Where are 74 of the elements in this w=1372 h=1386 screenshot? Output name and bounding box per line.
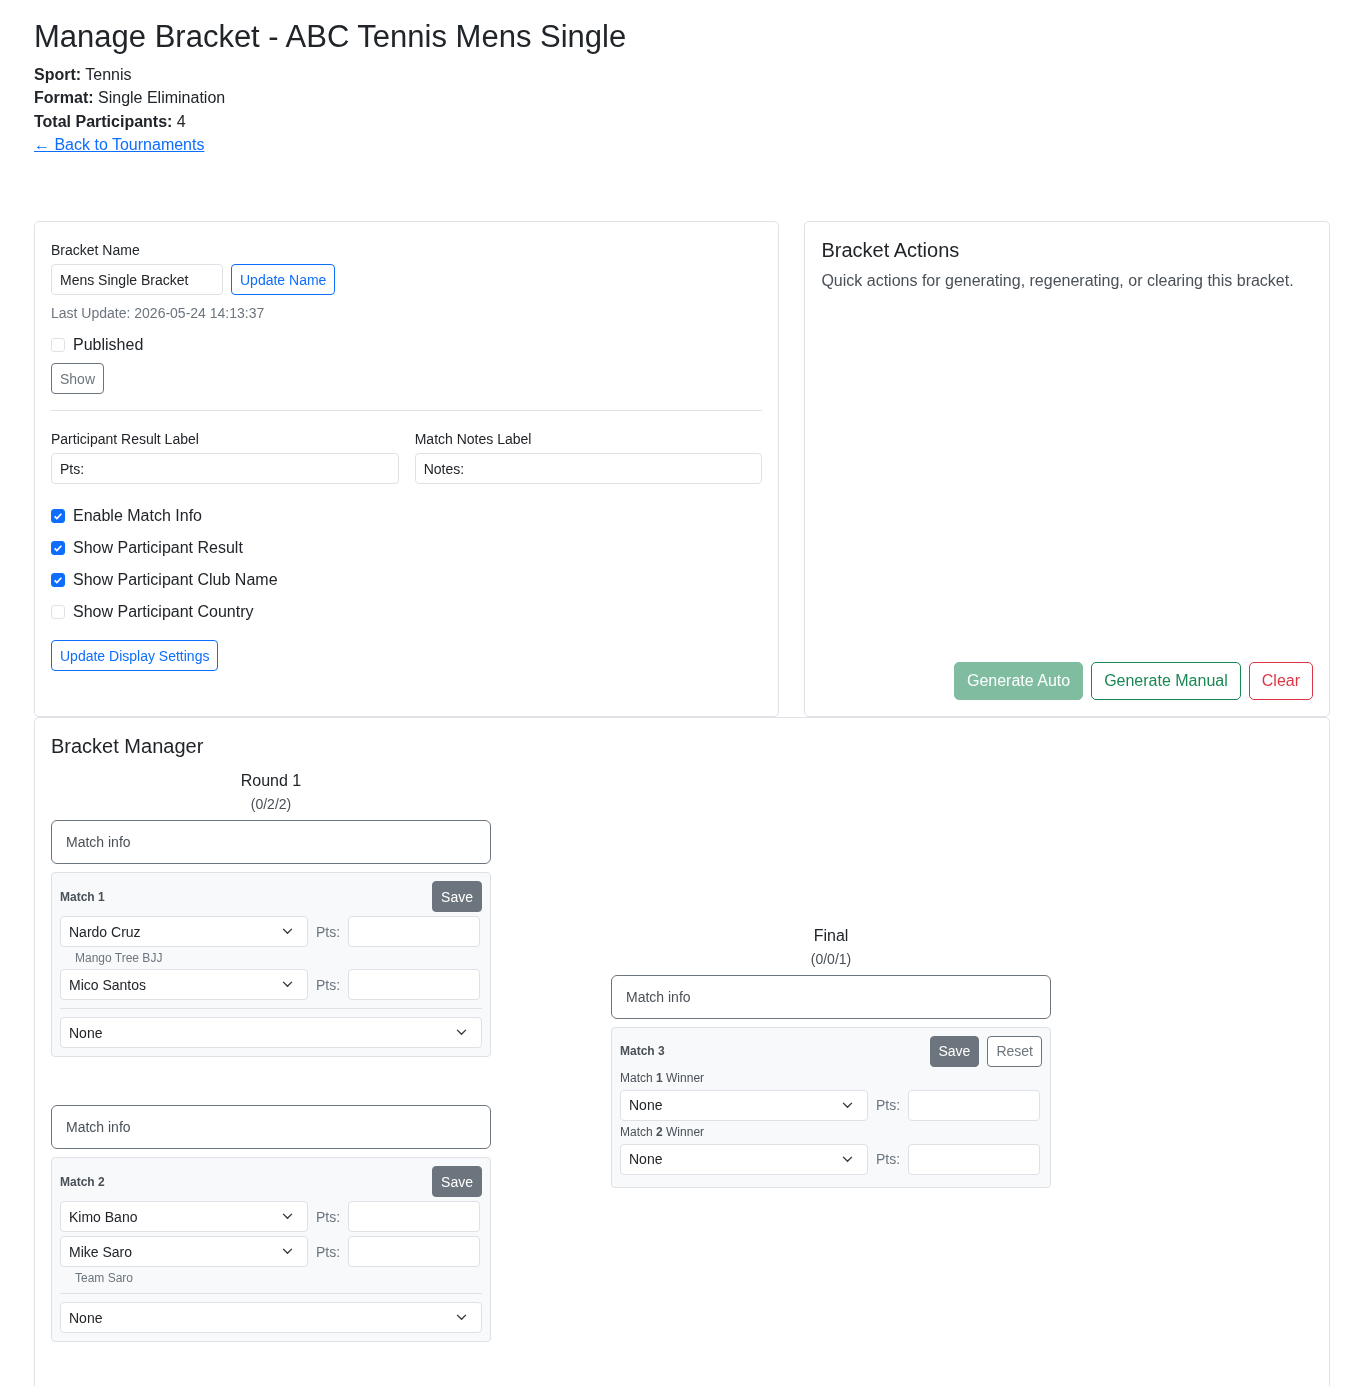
update-display-settings-button[interactable]: Update Display Settings [51,640,219,672]
chevron-down-icon [842,1101,853,1109]
participant-select[interactable]: Kimo Bano [60,1201,308,1233]
checkbox-label: Show Participant Club Name [73,571,278,590]
match-button[interactable]: Reset [987,1035,1042,1067]
field-label: Bracket Name [51,242,141,259]
checkbox[interactable] [51,541,65,556]
chevron-down-icon [456,1314,467,1322]
participant-select[interactable]: None [620,1089,868,1121]
participant-select[interactable]: None [620,1143,868,1175]
chevron-down-icon [282,1213,293,1221]
match-info-field[interactable]: Match info [51,820,491,865]
result-field[interactable] [348,969,481,1001]
chevron-down-icon [282,928,293,936]
result-label: Pts: [316,976,341,993]
action-button[interactable]: Clear [1248,662,1313,701]
last-update-text: Last Update: 2026-05-24 14:13:37 [51,305,266,322]
match-button[interactable]: Save [432,881,482,913]
winner-select[interactable]: None [60,1302,482,1334]
chevron-down-icon [282,981,293,989]
match-title: Match 3 [620,1044,665,1059]
result-label: Pts: [876,1097,901,1114]
text-field[interactable]: Notes: [414,453,763,485]
chevron-down-icon [282,1248,293,1256]
slot-label: Match 1 Winner [620,1070,706,1085]
club-name: Team Saro [74,1271,135,1286]
result-field[interactable] [348,1236,481,1268]
match-info-field[interactable]: Match info [51,1105,491,1150]
detail-text: Sport: Tennis [34,64,133,85]
result-field[interactable] [348,916,481,948]
result-label: Pts: [316,1208,341,1225]
show-button[interactable]: Show [51,363,105,395]
result-label: Pts: [876,1151,901,1168]
field-label: Match Notes Label [414,431,533,448]
round-counts: (0/2/2) [249,796,293,813]
checkbox[interactable] [51,573,65,588]
participant-select[interactable]: Mike Saro [60,1236,308,1268]
result-label: Pts: [316,923,341,940]
back-link[interactable]: ← Back to Tournaments [34,133,205,158]
club-name: Mango Tree BJJ [74,951,164,966]
round-counts: (0/0/1) [809,950,853,967]
card-title: Bracket Manager [51,734,205,759]
field-label: Participant Result Label [51,431,200,448]
detail-text: Total Participants: 4 [34,111,187,132]
result-label: Pts: [316,1243,341,1260]
winner-select[interactable]: None [60,1017,482,1049]
checkbox-label: Show Participant Country [73,603,254,622]
detail-text: Format: Single Elimination [34,88,227,109]
page-title: Manage Bracket - ABC Tennis Mens Single [34,18,628,56]
round-title: Final [812,926,850,945]
bracket-name-field[interactable]: Mens Single Bracket [51,264,223,296]
result-field[interactable] [348,1201,481,1233]
result-field[interactable] [908,1143,1041,1175]
text-field[interactable]: Pts: [51,453,399,485]
action-button[interactable]: Generate Manual [1091,662,1241,701]
card-title: Bracket Actions [821,238,961,263]
chevron-down-icon [842,1155,853,1163]
update-name-button[interactable]: Update Name [231,264,336,296]
participant-select[interactable]: Nardo Cruz [60,916,308,948]
chevron-down-icon [456,1029,467,1037]
checkbox-label: Show Participant Result [73,539,243,558]
match-button[interactable]: Save [929,1035,980,1067]
match-info-field[interactable]: Match info [611,974,1051,1019]
card-description: Quick actions for generating, regenerating, or clearing this bracket. [821,272,1295,291]
slot-label: Match 2 Winner [620,1124,706,1139]
checkbox[interactable] [51,509,65,524]
match-title: Match 1 [60,889,105,904]
checkbox-label: Enable Match Info [73,507,202,526]
result-field[interactable] [908,1089,1041,1121]
checkbox-label: Published [73,336,144,355]
round-title: Round 1 [239,772,303,791]
match-button[interactable]: Save [432,1166,482,1198]
match-title: Match 2 [60,1174,105,1189]
participant-select[interactable]: Mico Santos [60,969,308,1001]
